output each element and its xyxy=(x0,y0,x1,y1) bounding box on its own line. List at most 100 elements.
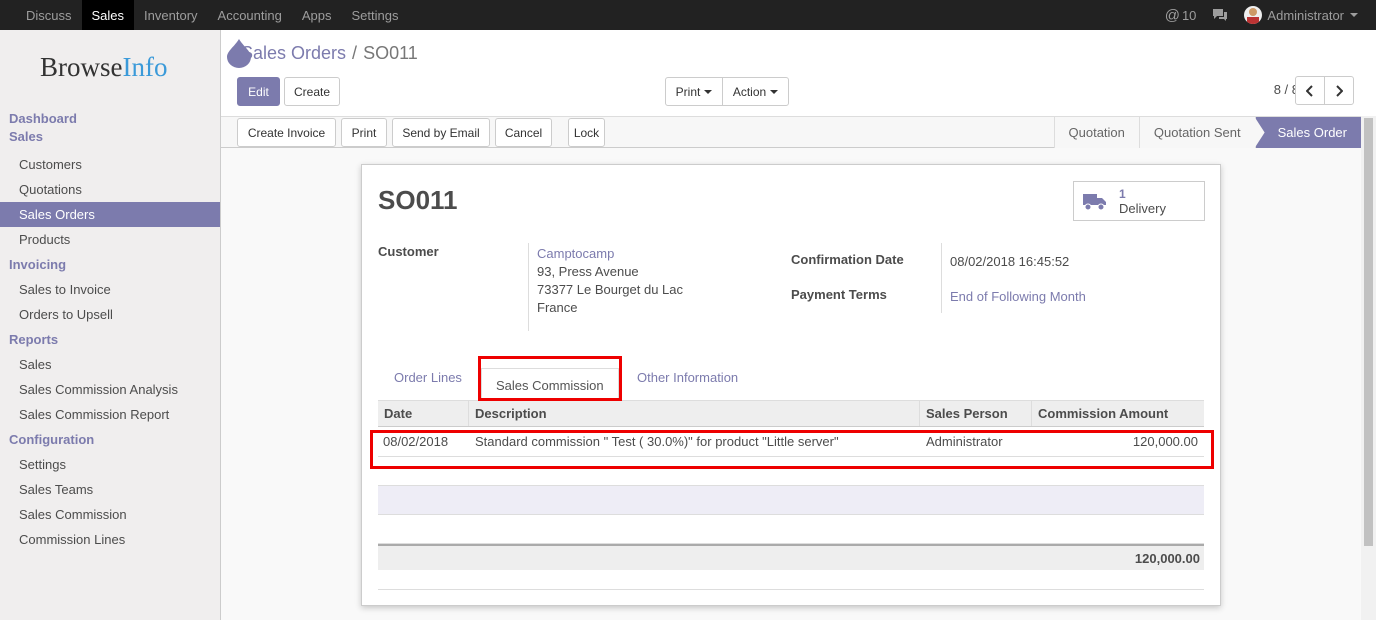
form-sheet: SO011 1 Delivery Customer Camptocamp 93,… xyxy=(361,164,1221,606)
sidebar-item-products[interactable]: Products xyxy=(0,227,220,252)
sidebar-head-configuration[interactable]: Configuration xyxy=(0,431,220,449)
sidebar-item-commission-lines[interactable]: Commission Lines xyxy=(0,527,220,552)
sidebar-item-settings[interactable]: Settings xyxy=(0,452,220,477)
stage-sales-order[interactable]: Sales Order xyxy=(1254,117,1361,148)
customer-address-line: 93, Press Avenue xyxy=(537,264,639,279)
print-button[interactable]: Print xyxy=(341,118,387,147)
confirmation-date-label: Confirmation Date xyxy=(791,252,904,267)
payment-terms-label: Payment Terms xyxy=(791,287,887,302)
customer-field: Camptocamp 93, Press Avenue 73377 Le Bou… xyxy=(537,245,683,317)
menu-sales[interactable]: Sales xyxy=(81,0,135,30)
sidebar-menu: Dashboard Sales Customers Quotations Sal… xyxy=(0,110,220,552)
control-panel: Sales Orders / SO011 Edit Create Print Act… xyxy=(221,30,1376,116)
commission-table: Date Description Sales Person Commission… xyxy=(378,401,1204,570)
customer-address-line: 73377 Le Bourget du Lac xyxy=(537,282,684,297)
row-description: Standard commission " Test ( 30.0%)" for… xyxy=(475,434,839,449)
chevron-down-icon xyxy=(770,89,779,94)
confirmation-date-value: 08/02/2018 16:45:52 xyxy=(950,254,1070,269)
user-name: Administrator xyxy=(1267,7,1344,23)
payment-terms-link[interactable]: End of Following Month xyxy=(950,288,1086,306)
empty-row xyxy=(378,515,1204,544)
menu-settings[interactable]: Settings xyxy=(342,0,409,30)
sidebar-item-sales-commission[interactable]: Sales Commission xyxy=(0,502,220,527)
chevron-right-icon xyxy=(1336,84,1343,97)
sidebar-item-quotations[interactable]: Quotations xyxy=(0,177,220,202)
row-sales-person: Administrator xyxy=(926,434,1003,449)
chat-icon xyxy=(1213,9,1228,21)
create-button[interactable]: Create xyxy=(284,77,340,106)
page-title: SO011 xyxy=(378,185,458,215)
column-sales-person[interactable]: Sales Person xyxy=(920,401,1032,426)
create-invoice-button[interactable]: Create Invoice xyxy=(237,118,336,147)
tab-other-information[interactable]: Other Information xyxy=(637,370,738,385)
column-commission-amount[interactable]: Commission Amount xyxy=(1032,401,1204,426)
sidebar-head-invoicing[interactable]: Invoicing xyxy=(0,256,220,274)
menu-discuss[interactable]: Discuss xyxy=(16,0,82,30)
row-amount: 120,000.00 xyxy=(1132,434,1198,449)
action-dropdown[interactable]: Action xyxy=(722,77,789,106)
scrollbar-thumb[interactable] xyxy=(1364,118,1373,546)
commission-total: 120,000.00 xyxy=(1134,550,1200,566)
customer-label: Customer xyxy=(378,244,439,259)
tab-order-lines[interactable]: Order Lines xyxy=(394,370,462,385)
field-divider xyxy=(941,243,942,313)
status-bar: Quotation Quotation Sent Sales Order xyxy=(1053,117,1361,148)
column-description[interactable]: Description xyxy=(469,401,920,426)
sidebar-item-sales-commission-analysis[interactable]: Sales Commission Analysis xyxy=(0,377,220,402)
delivery-count: 1 xyxy=(1119,186,1126,201)
form-header: Create Invoice Print Send by Email Cance… xyxy=(221,116,1361,148)
pager-next-button[interactable] xyxy=(1324,76,1354,105)
pager-previous-button[interactable] xyxy=(1295,76,1325,105)
sidebar-item-customers[interactable]: Customers xyxy=(0,152,220,177)
breadcrumb-sales-orders[interactable]: Sales Orders xyxy=(241,43,346,63)
form-view: SO011 1 Delivery Customer Camptocamp 93,… xyxy=(221,148,1361,620)
breadcrumb-current: SO011 xyxy=(363,43,418,63)
empty-row xyxy=(378,486,1204,515)
stage-quotation[interactable]: Quotation xyxy=(1053,117,1139,148)
table-footer-total: 120,000.00 xyxy=(378,544,1204,570)
sidebar-item-sales-orders[interactable]: Sales Orders xyxy=(0,202,220,227)
lock-button[interactable]: Lock xyxy=(568,118,605,147)
customer-address-line: France xyxy=(537,300,578,315)
chat-button[interactable] xyxy=(1204,0,1236,30)
delivery-label: Delivery xyxy=(1119,200,1166,216)
cancel-button[interactable]: Cancel xyxy=(495,118,552,147)
sidebar: BrowseInfo Dashboard Sales Customers Quo… xyxy=(0,30,221,620)
user-menu[interactable]: Administrator xyxy=(1236,0,1366,30)
truck-icon xyxy=(1083,194,1106,211)
notification-count: 10 xyxy=(1181,7,1197,23)
row-date: 08/02/2018 xyxy=(383,434,449,449)
divider xyxy=(378,589,1204,590)
stage-quotation-sent[interactable]: Quotation Sent xyxy=(1138,117,1255,148)
top-navbar: Discuss Sales Inventory Accounting Apps … xyxy=(0,0,1376,30)
avatar xyxy=(1244,6,1263,24)
mentions-button[interactable]: @ 10 xyxy=(1157,0,1205,30)
sidebar-head-dashboard[interactable]: Dashboard xyxy=(0,110,220,128)
sidebar-head-reports[interactable]: Reports xyxy=(0,331,220,349)
chevron-down-icon xyxy=(704,89,713,94)
print-dropdown[interactable]: Print xyxy=(665,77,723,106)
sidebar-item-orders-to-upsell[interactable]: Orders to Upsell xyxy=(0,302,220,327)
edit-button[interactable]: Edit xyxy=(237,77,280,106)
page-scrollbar[interactable] xyxy=(1361,116,1376,620)
empty-row xyxy=(378,457,1204,486)
field-divider xyxy=(528,243,529,331)
breadcrumb: Sales Orders / SO011 xyxy=(241,43,418,63)
menu-accounting[interactable]: Accounting xyxy=(208,0,292,30)
menu-apps[interactable]: Apps xyxy=(292,0,342,30)
send-by-email-button[interactable]: Send by Email xyxy=(392,118,490,147)
menu-inventory[interactable]: Inventory xyxy=(134,0,207,30)
delivery-smart-button[interactable]: 1 Delivery xyxy=(1073,181,1205,221)
column-date[interactable]: Date xyxy=(378,401,469,426)
sidebar-head-sales[interactable]: Sales xyxy=(0,128,220,146)
customer-link[interactable]: Camptocamp xyxy=(537,245,683,263)
app-menu: Discuss Sales Inventory Accounting Apps … xyxy=(16,0,408,30)
sidebar-item-sales-commission-report[interactable]: Sales Commission Report xyxy=(0,402,220,427)
sidebar-item-sales-report[interactable]: Sales xyxy=(0,352,220,377)
notebook-tabs: Order Lines Sales Commission Other Infor… xyxy=(378,355,1204,401)
table-row[interactable]: 08/02/2018 Standard commission " Test ( … xyxy=(378,427,1204,457)
sidebar-item-sales-to-invoice[interactable]: Sales to Invoice xyxy=(0,277,220,302)
sidebar-item-sales-teams[interactable]: Sales Teams xyxy=(0,477,220,502)
tab-sales-commission[interactable]: Sales Commission xyxy=(481,368,619,400)
table-header: Date Description Sales Person Commission… xyxy=(378,401,1204,427)
